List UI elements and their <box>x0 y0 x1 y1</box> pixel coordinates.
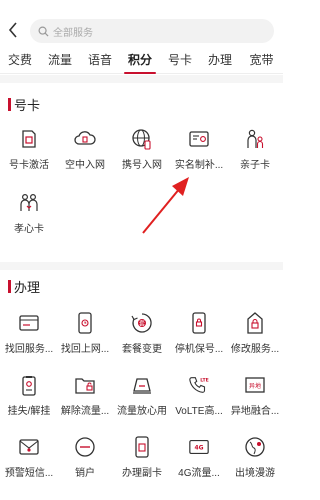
grid-item-label: 修改服务... <box>230 344 280 355</box>
data-assured-icon <box>131 374 153 396</box>
section-title-banli: 办理 <box>8 277 40 296</box>
grid-item-label: 套餐变更 <box>122 344 162 355</box>
grid-item-label: VoLTE高... <box>175 406 223 417</box>
parent-child-icon <box>244 128 266 150</box>
svg-text:套: 套 <box>139 320 145 328</box>
section-accent-bar <box>8 98 11 111</box>
grid-item-xiugai-fuwu[interactable]: 修改服务... <box>227 312 283 355</box>
grid-item-qinzika[interactable]: 亲子卡 <box>227 128 283 171</box>
grid-item-label: 预警短信... <box>4 468 54 479</box>
tab-liuliang[interactable]: 流量 <box>40 46 80 74</box>
grid-item-tingji-baohao[interactable]: 停机保号... <box>171 312 227 355</box>
grid-item-label: 实名制补... <box>174 160 224 171</box>
roaming-globe-icon <box>244 436 266 458</box>
phone-lock-icon <box>188 312 210 334</box>
grid-item-label: 解除流量... <box>60 406 110 417</box>
divider <box>0 262 283 270</box>
search-input[interactable]: 全部服务 <box>30 19 274 43</box>
cancel-account-icon <box>74 436 96 458</box>
grid-item-label: 销户 <box>75 468 95 479</box>
grid-item-label: 号卡激活 <box>9 160 49 171</box>
back-button[interactable] <box>4 19 22 41</box>
grid-item-volte[interactable]: LTE VoLTE高... <box>171 374 227 417</box>
section-title-text: 办理 <box>14 280 41 295</box>
4g-badge-text: 4G <box>194 445 203 452</box>
cloud-sim-icon <box>74 128 96 150</box>
chevron-left-icon <box>8 22 17 38</box>
grid-item-label: 找回服务... <box>4 344 54 355</box>
grid-item-label: 空中入网 <box>65 160 105 171</box>
grid-item-xiaohu[interactable]: 销户 <box>57 436 113 479</box>
lte-badge-text: LTE <box>200 377 208 383</box>
badge-lock-icon <box>18 374 40 396</box>
tab-kuandai[interactable]: 宽带 <box>240 46 283 74</box>
grid-item-taocan-biangeng[interactable]: 套 套餐变更 <box>114 312 170 355</box>
grid-item-label: 出境漫游 <box>235 468 275 479</box>
grid-item-banli-fuka[interactable]: 办理副卡 <box>114 436 170 479</box>
grid-item-yidi-ronghe[interactable]: 异地 异地融合... <box>227 374 283 417</box>
grid-item-chujing-manyou[interactable]: 出境漫游 <box>227 436 283 479</box>
grid-item-label: 异地融合... <box>230 406 280 417</box>
top-bar: 全部服务 <box>0 0 283 44</box>
remote-merge-icon: 异地 <box>244 374 266 396</box>
grid-item-guashi[interactable]: 挂失/解挂 <box>1 374 57 417</box>
grid-item-label: 找回上网... <box>60 344 110 355</box>
id-card-icon <box>188 128 210 150</box>
grid-item-label: 亲子卡 <box>240 160 270 171</box>
tab-yuyin[interactable]: 语音 <box>80 46 120 74</box>
grid-item-label: 挂失/解挂 <box>7 406 51 417</box>
grid-item-yujing-duanxin[interactable]: 预警短信... <box>1 436 57 479</box>
grid-item-label: 流量放心用 <box>117 406 167 417</box>
yidi-badge-text: 异地 <box>249 382 261 390</box>
sim-card-icon <box>18 128 40 150</box>
phone-clock-icon <box>74 312 96 334</box>
grid-item-kongzhong[interactable]: 空中入网 <box>57 128 113 171</box>
grid-item-liuliang-fangxin[interactable]: 流量放心用 <box>114 374 170 417</box>
tab-jiaofei[interactable]: 交费 <box>0 46 40 74</box>
grid-item-jiechu-liuliang[interactable]: 解除流量... <box>57 374 113 417</box>
section-title-haoka: 号卡 <box>8 95 40 114</box>
folder-unlock-icon <box>74 374 96 396</box>
grid-item-label: 办理副卡 <box>122 468 162 479</box>
lock-edit-icon <box>244 312 266 334</box>
4g-data-icon: 4G <box>188 436 210 458</box>
grid-item-shimingzhi[interactable]: 实名制补... <box>171 128 227 171</box>
search-placeholder: 全部服务 <box>53 27 93 39</box>
sub-card-icon <box>131 436 153 458</box>
search-icon <box>38 26 49 37</box>
section-title-text: 号卡 <box>14 98 41 113</box>
grid-item-label: 孝心卡 <box>14 224 44 235</box>
sms-alert-icon <box>18 436 40 458</box>
grid-item-zhaohui-shangwang[interactable]: 找回上网... <box>57 312 113 355</box>
grid-item-xiehao[interactable]: 携号入网 <box>114 128 170 171</box>
tab-haoka[interactable]: 号卡 <box>160 46 200 74</box>
package-change-icon: 套 <box>131 312 153 334</box>
grid-item-label: 携号入网 <box>122 160 162 171</box>
grid-item-haoka-activate[interactable]: 号卡激活 <box>1 128 57 171</box>
divider <box>0 75 283 83</box>
tab-jifen[interactable]: 积分 <box>120 46 160 74</box>
grid-item-label: 4G流量... <box>178 468 220 479</box>
globe-phone-icon <box>131 128 153 150</box>
section-accent-bar <box>8 280 11 293</box>
tab-banli[interactable]: 办理 <box>200 46 240 74</box>
grid-item-4g-liuliang[interactable]: 4G 4G流量... <box>171 436 227 479</box>
category-tabs: 交费 流量 语音 积分 号卡 办理 宽带 <box>0 46 283 74</box>
service-card-icon <box>18 312 40 334</box>
grid-item-zhaohui-fuwu[interactable]: 找回服务... <box>1 312 57 355</box>
grid-item-xiaoxinka[interactable]: 孝心卡 <box>1 192 57 235</box>
grid-item-label: 停机保号... <box>174 344 224 355</box>
elder-card-icon <box>18 192 40 214</box>
volte-phone-icon: LTE <box>188 374 210 396</box>
